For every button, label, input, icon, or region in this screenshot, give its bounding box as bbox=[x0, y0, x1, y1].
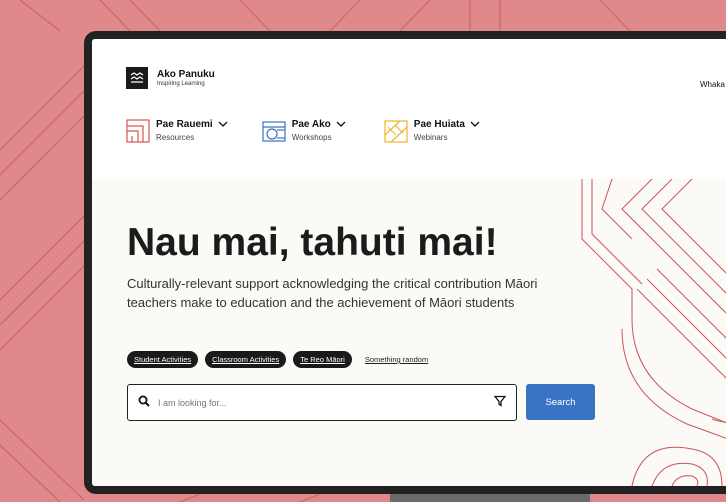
search-icon bbox=[138, 394, 150, 412]
header-top-link[interactable]: Whaka bbox=[700, 80, 725, 89]
nav-item-webinars[interactable]: Pae Huiata Webinars bbox=[384, 119, 480, 143]
search-button[interactable]: Search bbox=[526, 384, 595, 420]
logo-mark-icon bbox=[126, 67, 148, 89]
nav-title: Pae Rauemi bbox=[156, 119, 213, 130]
something-random-link[interactable]: Something random bbox=[365, 355, 428, 364]
browser-screen: Ako Panuku Inspiring Learning Whaka Pae … bbox=[92, 39, 726, 486]
monitor: Ako Panuku Inspiring Learning Whaka Pae … bbox=[84, 31, 726, 494]
resources-icon bbox=[126, 119, 150, 143]
tag-te-reo-maori[interactable]: Te Reo Māori bbox=[293, 351, 352, 368]
webinars-icon bbox=[384, 120, 408, 143]
nav-title: Pae Huiata bbox=[413, 119, 465, 130]
search-input[interactable] bbox=[158, 397, 494, 408]
filter-icon[interactable] bbox=[493, 394, 507, 412]
nav-subtitle: Resources bbox=[156, 133, 195, 142]
nav-title: Pae Ako bbox=[291, 119, 331, 130]
hero-section: Nau mai, tahuti mai! Culturally-relevant… bbox=[92, 179, 726, 486]
nav-item-resources[interactable]: Pae Rauemi Resources bbox=[126, 119, 228, 143]
main-nav: Pae Rauemi Resources Pae Ako Workshops P… bbox=[126, 119, 480, 143]
brand-tagline: Inspiring Learning bbox=[157, 80, 205, 87]
hero-description: Culturally-relevant support acknowledgin… bbox=[127, 276, 538, 310]
chevron-down-icon bbox=[218, 119, 228, 131]
tag-list: Student Activities Classroom Activities … bbox=[127, 351, 428, 368]
brand-name: Ako Panuku bbox=[157, 68, 215, 80]
hero-title: Nau mai, tahuti mai! bbox=[127, 221, 498, 264]
search-box bbox=[127, 384, 517, 421]
monitor-stand bbox=[390, 494, 590, 502]
decorative-pattern bbox=[581, 179, 726, 486]
workshops-icon bbox=[262, 121, 286, 142]
nav-subtitle: Workshops bbox=[291, 133, 332, 142]
chevron-down-icon bbox=[470, 119, 480, 131]
nav-item-workshops[interactable]: Pae Ako Workshops bbox=[262, 119, 346, 143]
tag-student-activities[interactable]: Student Activities bbox=[127, 351, 199, 368]
chevron-down-icon bbox=[336, 119, 346, 131]
nav-subtitle: Webinars bbox=[413, 133, 448, 142]
tag-classroom-activities[interactable]: Classroom Activities bbox=[205, 351, 287, 368]
logo[interactable]: Ako Panuku Inspiring Learning bbox=[126, 67, 215, 89]
site-header: Ako Panuku Inspiring Learning Whaka Pae … bbox=[92, 39, 726, 179]
